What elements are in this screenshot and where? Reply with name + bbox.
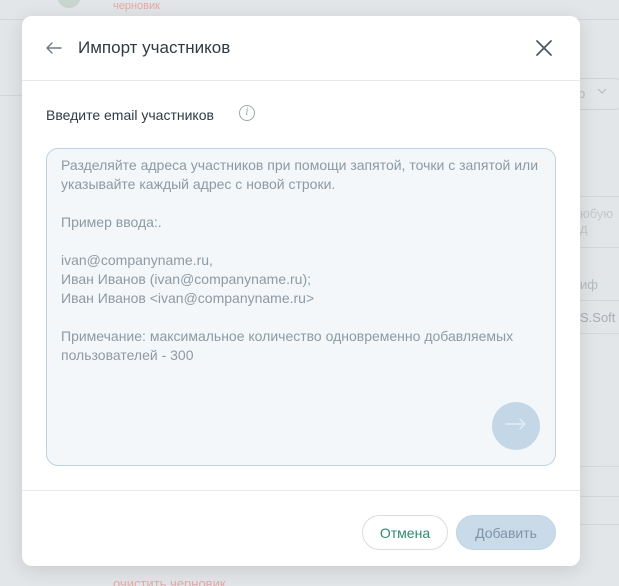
divider <box>578 466 619 467</box>
divider <box>0 95 22 96</box>
arrow-left-icon <box>46 38 62 59</box>
draft-label: черновик <box>113 0 160 12</box>
divider <box>578 524 619 525</box>
cancel-button[interactable]: Отмена <box>362 515 448 550</box>
add-button[interactable]: Добавить <box>456 515 556 550</box>
background-field-label: иф <box>580 277 598 292</box>
import-participants-modal: Импорт участников Введите email участник… <box>22 16 580 566</box>
modal-header: Импорт участников <box>22 16 580 81</box>
footer-divider <box>22 490 580 491</box>
chevron-down-icon <box>596 85 608 100</box>
close-icon <box>532 40 556 64</box>
info-icon[interactable]: i <box>239 105 255 121</box>
email-textarea-container: Разделяйте адреса участников при помощи … <box>46 148 556 466</box>
back-button[interactable] <box>42 36 66 60</box>
close-button[interactable] <box>532 36 556 60</box>
background-field-value: S.Soft <box>580 310 616 325</box>
background-input-placeholder: юбую д <box>580 206 614 236</box>
submit-emails-button[interactable] <box>492 402 540 450</box>
email-textarea[interactable] <box>47 149 555 465</box>
divider <box>578 496 619 497</box>
arrow-right-icon <box>505 417 527 435</box>
clear-draft-link: очистить черновик <box>113 576 226 586</box>
modal-title: Импорт участников <box>78 38 231 57</box>
email-field-label: Введите email участников <box>46 107 214 123</box>
